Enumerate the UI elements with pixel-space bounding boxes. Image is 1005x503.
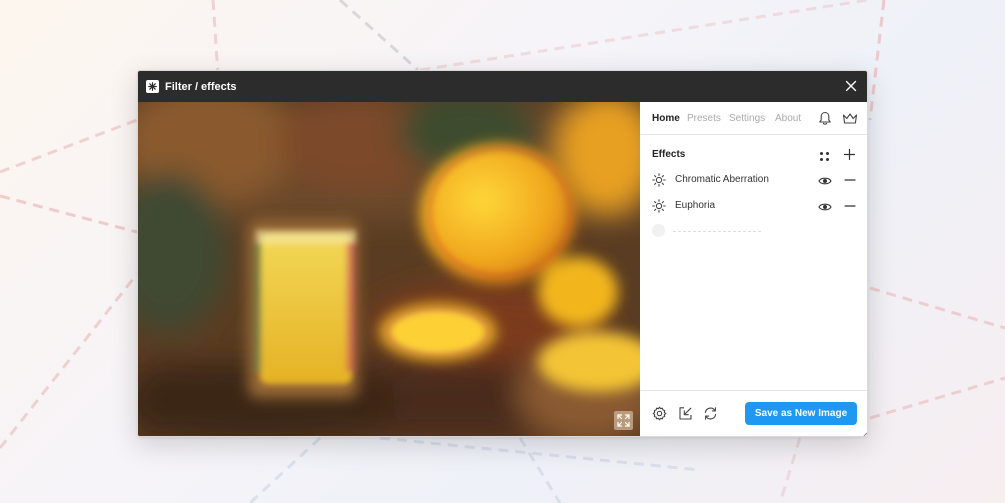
remove-effect-minus-icon[interactable] (844, 199, 856, 211)
image-preview[interactable] (138, 102, 640, 436)
effect-label: Chromatic Aberration (675, 174, 769, 185)
remove-effect-minus-icon[interactable] (844, 173, 856, 185)
expand-icon[interactable] (614, 411, 633, 430)
resize-grip-icon[interactable] (859, 428, 867, 436)
filter-effects-window: Filter / effects Home Presets Settings A… (137, 70, 868, 437)
crown-icon[interactable] (842, 112, 858, 125)
window-title: Filter / effects (165, 80, 237, 93)
eye-icon[interactable] (818, 174, 832, 186)
add-effect-plus-icon[interactable] (843, 148, 856, 161)
eye-icon[interactable] (818, 200, 832, 212)
tab-presets[interactable]: Presets (687, 113, 721, 124)
sun-icon (652, 199, 666, 213)
panel-footer: Save as New Image (640, 390, 867, 436)
tab-home[interactable]: Home (652, 113, 680, 124)
sun-icon (652, 173, 666, 187)
effects-panel: Home Presets Settings About Effects Chro… (640, 102, 867, 436)
bell-icon[interactable] (818, 111, 832, 126)
titlebar: Filter / effects (138, 71, 867, 102)
tab-about[interactable]: About (775, 113, 801, 124)
dots-grid-icon[interactable] (819, 149, 830, 161)
effect-row-euphoria[interactable]: Euphoria (640, 195, 867, 217)
gear-icon[interactable] (652, 406, 667, 421)
import-icon[interactable] (678, 406, 693, 421)
effect-label: Euphoria (675, 200, 716, 211)
empty-effect-slot (640, 224, 867, 240)
placeholder-line (673, 231, 761, 232)
panel-tabs: Home Presets Settings About (640, 102, 867, 135)
close-icon[interactable] (844, 79, 858, 93)
filter-app-icon (146, 80, 159, 93)
save-as-new-image-button[interactable]: Save as New Image (745, 402, 857, 425)
tab-settings[interactable]: Settings (729, 113, 765, 124)
placeholder-dot (652, 224, 665, 237)
refresh-icon[interactable] (703, 406, 718, 421)
blurred-photo (138, 102, 640, 436)
effect-row-chromatic-aberration[interactable]: Chromatic Aberration (640, 169, 867, 191)
effects-title: Effects (652, 149, 686, 160)
